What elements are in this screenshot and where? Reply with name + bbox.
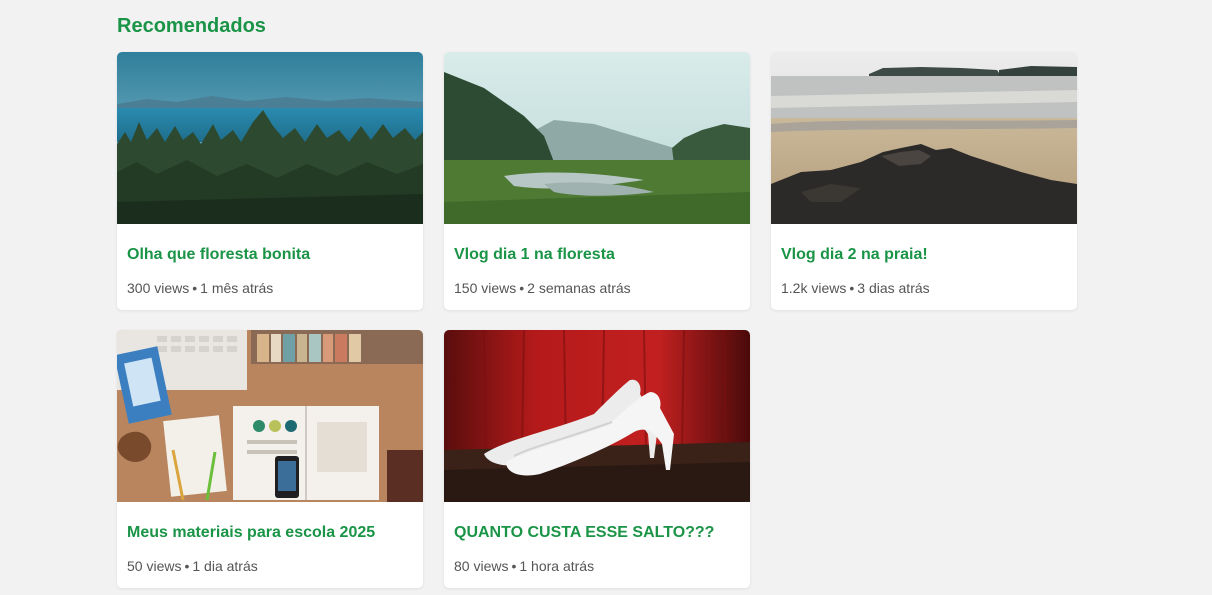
upload-age: 3 dias atrás bbox=[857, 280, 930, 296]
upload-age: 1 hora atrás bbox=[519, 558, 595, 574]
video-card[interactable]: Olha que floresta bonita 300 views • 1 mês… bbox=[117, 52, 423, 310]
meta-separator: • bbox=[519, 280, 525, 296]
video-thumbnail[interactable] bbox=[444, 52, 750, 224]
video-meta: 50 views • 1 dia atrás bbox=[127, 557, 413, 575]
desk-supplies-thumbnail-image bbox=[117, 330, 423, 502]
video-card[interactable]: Vlog dia 2 na praia! 1.2k views • 3 dias a… bbox=[771, 52, 1077, 310]
video-thumbnail[interactable] bbox=[117, 52, 423, 224]
meta-separator: • bbox=[511, 558, 517, 574]
upload-age: 2 semanas atrás bbox=[527, 280, 631, 296]
view-count: 150 views bbox=[454, 280, 517, 296]
section-title: Recomendados bbox=[117, 15, 266, 37]
view-count: 1.2k views bbox=[781, 280, 847, 296]
upload-age: 1 mês atrás bbox=[200, 280, 274, 296]
beach-rocks-thumbnail-image bbox=[771, 52, 1077, 224]
meta-separator: • bbox=[849, 280, 855, 296]
video-meta: 300 views • 1 mês atrás bbox=[127, 279, 413, 297]
upload-age: 1 dia atrás bbox=[192, 558, 258, 574]
view-count: 50 views bbox=[127, 558, 182, 574]
white-heels-thumbnail-image bbox=[444, 330, 750, 502]
video-card[interactable]: Meus materiais para escola 2025 50 views… bbox=[117, 330, 423, 588]
view-count: 300 views bbox=[127, 280, 190, 296]
view-count: 80 views bbox=[454, 558, 509, 574]
river-valley-thumbnail-image bbox=[444, 52, 750, 224]
video-grid: Olha que floresta bonita 300 views • 1 mês… bbox=[117, 52, 1077, 588]
video-meta: 80 views • 1 hora atrás bbox=[454, 557, 740, 575]
video-title[interactable]: Olha que floresta bonita bbox=[127, 224, 413, 265]
video-thumbnail[interactable] bbox=[771, 52, 1077, 224]
video-meta: 150 views • 2 semanas atrás bbox=[454, 279, 740, 297]
video-meta: 1.2k views • 3 dias atrás bbox=[781, 279, 1067, 297]
video-title[interactable]: QUANTO CUSTA ESSE SALTO??? bbox=[454, 502, 740, 543]
video-title[interactable]: Meus materiais para escola 2025 bbox=[127, 502, 413, 543]
video-title[interactable]: Vlog dia 2 na praia! bbox=[781, 224, 1067, 265]
video-title[interactable]: Vlog dia 1 na floresta bbox=[454, 224, 740, 265]
video-thumbnail[interactable] bbox=[117, 330, 423, 502]
video-card[interactable]: Vlog dia 1 na floresta 150 views • 2 seman… bbox=[444, 52, 750, 310]
meta-separator: • bbox=[184, 558, 190, 574]
meta-separator: • bbox=[192, 280, 198, 296]
video-thumbnail[interactable] bbox=[444, 330, 750, 502]
forest-lake-thumbnail-image bbox=[117, 52, 423, 224]
video-card[interactable]: QUANTO CUSTA ESSE SALTO??? 80 views • 1 ho… bbox=[444, 330, 750, 588]
